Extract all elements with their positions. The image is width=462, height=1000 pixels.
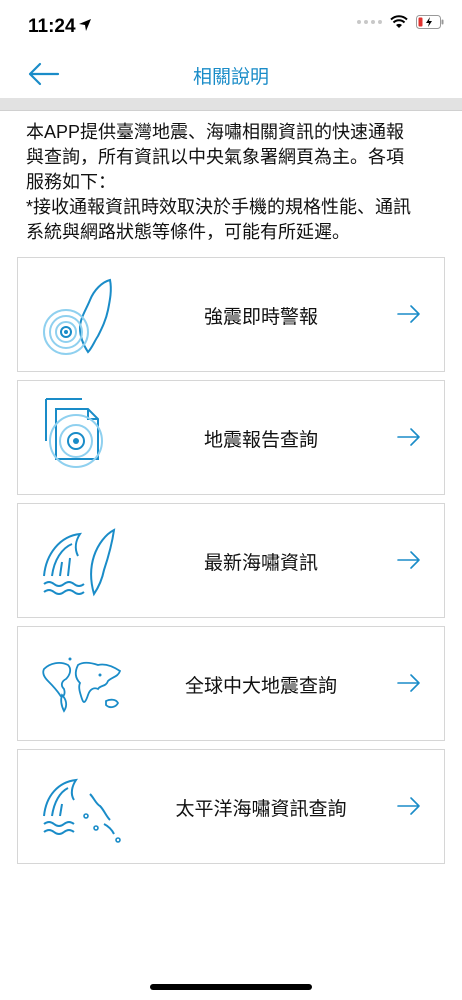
quake-report-icon [45, 398, 103, 468]
menu-item-label: 地震報告查詢 [203, 430, 318, 451]
tsunami-taiwan-icon [43, 528, 116, 597]
menu-item-label: 全球中大地震查詢 [184, 676, 337, 697]
intro-line: 服務如下： [26, 172, 116, 192]
home-indicator[interactable] [150, 984, 312, 990]
arrow-right-icon [397, 428, 420, 446]
status-time: 11:24 [28, 16, 76, 37]
navigation-bar: 相關說明 [0, 50, 462, 98]
service-menu: 強震即時警報 地震報告查詢 最新海嘯資訊 全球中大地震查詢 太平洋海嘯資訊查詢 [17, 257, 445, 872]
intro-line: *接收通報資訊時效取決於手機的規格性能、通訊 [26, 197, 412, 217]
page-title: 相關說明 [192, 67, 269, 88]
arrow-right-icon [397, 674, 420, 692]
battery-charging-icon [416, 15, 444, 29]
menu-item-label: 最新海嘯資訊 [203, 553, 318, 574]
arrow-right-icon [397, 305, 420, 323]
intro-line: 系統與網路狀態等條件，可能有所延遲。 [26, 222, 350, 242]
arrow-right-icon [397, 797, 420, 815]
taiwan-quake-icon [43, 278, 112, 355]
intro-text: 本APP提供臺灣地震、海嘯相關資訊的快速通報 與查詢，所有資訊以中央氣象署網頁為… [26, 120, 446, 245]
menu-item-earthquake-report[interactable]: 地震報告查詢 [17, 380, 445, 495]
menu-item-label: 強震即時警報 [203, 307, 318, 328]
intro-line: 本APP提供臺灣地震、海嘯相關資訊的快速通報 [26, 122, 405, 142]
menu-item-global-earthquake[interactable]: 全球中大地震查詢 [17, 626, 445, 741]
menu-item-strong-earthquake-alert[interactable]: 強震即時警報 [17, 257, 445, 372]
menu-item-pacific-tsunami[interactable]: 太平洋海嘯資訊查詢 [17, 749, 445, 864]
location-arrow-icon [79, 19, 91, 31]
world-map-icon [42, 657, 122, 713]
menu-item-latest-tsunami[interactable]: 最新海嘯資訊 [17, 503, 445, 618]
pacific-tsunami-icon [43, 778, 121, 843]
wifi-icon [390, 15, 408, 28]
cellular-signal-icon [357, 20, 382, 24]
header-divider [0, 98, 462, 111]
intro-line: 與查詢，所有資訊以中央氣象署網頁為主。各項 [26, 147, 404, 167]
status-indicators [357, 15, 444, 29]
arrow-right-icon [397, 551, 420, 569]
menu-item-label: 太平洋海嘯資訊查詢 [175, 799, 347, 820]
status-bar: 11:24 [0, 0, 462, 50]
